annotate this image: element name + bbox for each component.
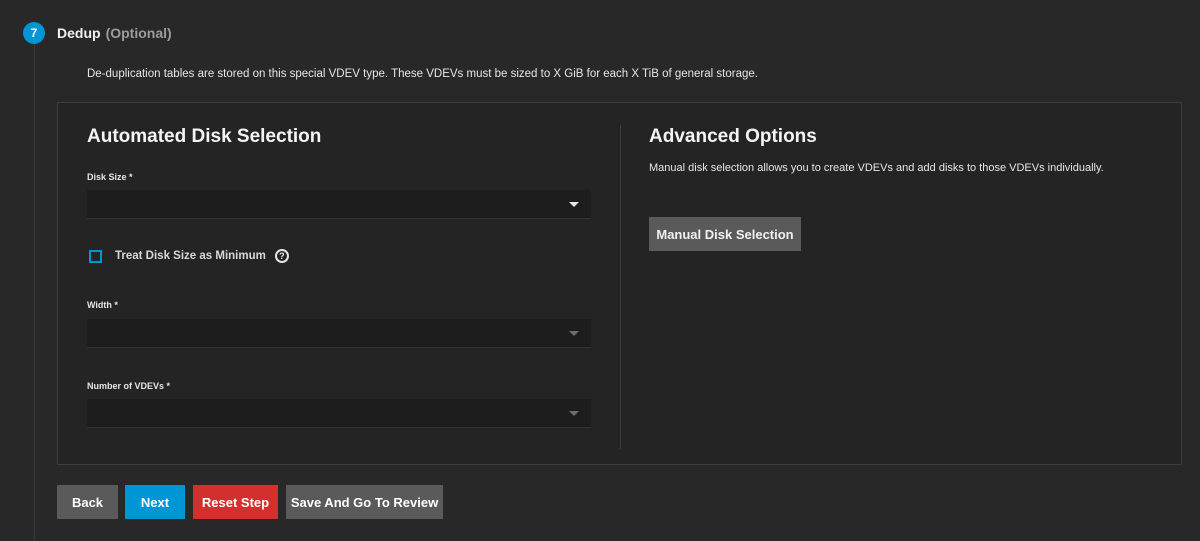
manual-disk-selection-button[interactable]: Manual Disk Selection <box>649 217 801 251</box>
advanced-description: Manual disk selection allows you to crea… <box>649 162 1104 174</box>
treat-min-label: Treat Disk Size as Minimum <box>115 250 266 262</box>
width-label: Width * <box>87 300 118 310</box>
width-select[interactable] <box>87 319 591 348</box>
vdevs-label: Number of VDEVs * <box>87 381 171 391</box>
step-header[interactable]: 7 Dedup (Optional) <box>23 22 172 44</box>
reset-step-button[interactable]: Reset Step <box>193 485 278 519</box>
disk-size-label: Disk Size * <box>87 172 133 182</box>
vdevs-select[interactable] <box>87 399 591 428</box>
dedup-card: Automated Disk Selection Disk Size * Tre… <box>57 102 1182 465</box>
disk-size-select[interactable] <box>87 190 591 219</box>
treat-min-row[interactable]: Treat Disk Size as Minimum ? <box>89 249 289 263</box>
back-button[interactable]: Back <box>57 485 118 519</box>
pool-wizard-page: 7 Dedup (Optional) De-duplication tables… <box>0 0 1200 541</box>
step-number-badge: 7 <box>23 22 45 44</box>
step-optional-label: (Optional) <box>105 25 172 41</box>
advanced-section-title: Advanced Options <box>649 126 817 147</box>
section-divider <box>620 125 621 449</box>
chevron-down-icon <box>569 202 579 207</box>
save-and-review-button[interactable]: Save And Go To Review <box>286 485 443 519</box>
automated-section-title: Automated Disk Selection <box>87 126 322 147</box>
step-title: Dedup <box>57 25 101 41</box>
next-button[interactable]: Next <box>125 485 185 519</box>
step-description: De-duplication tables are stored on this… <box>87 68 758 80</box>
stepper-line <box>34 44 35 541</box>
help-circle-icon[interactable]: ? <box>274 249 289 263</box>
treat-min-checkbox[interactable] <box>89 249 102 263</box>
chevron-down-icon <box>569 331 579 336</box>
chevron-down-icon <box>569 411 579 416</box>
